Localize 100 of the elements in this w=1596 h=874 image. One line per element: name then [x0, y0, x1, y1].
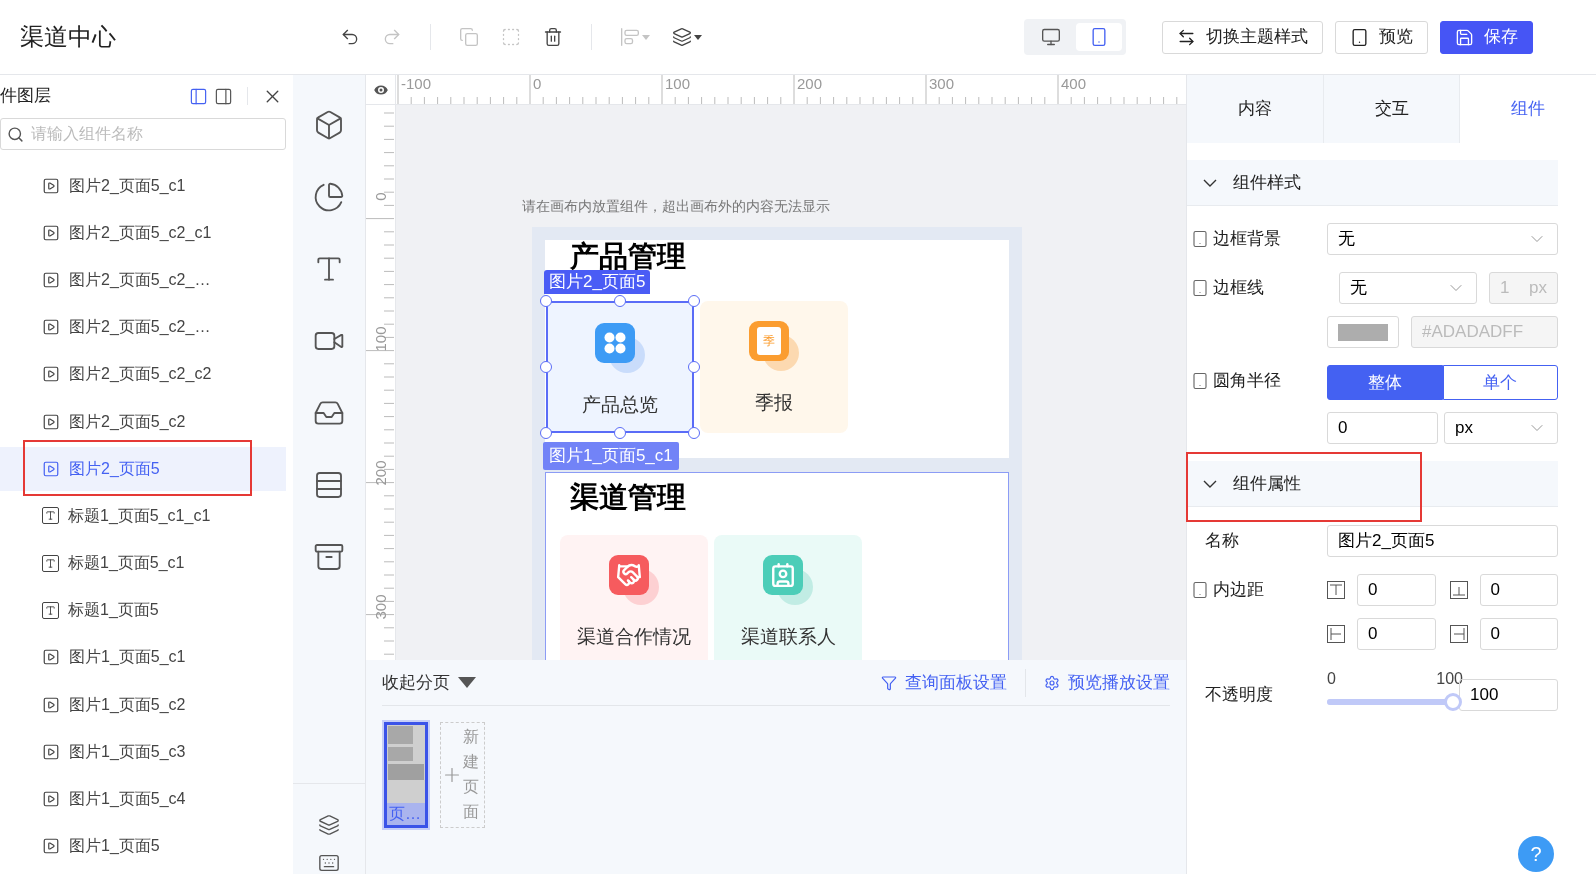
layer-item[interactable]: 图片2_页面5_c2_… [0, 257, 286, 302]
field-label: 内边距 [1213, 579, 1264, 602]
query-panel-settings-link[interactable]: 查询面板设置 [881, 669, 1007, 696]
ruler-label: -100 [401, 76, 432, 91]
trash-icon[interactable] [543, 27, 563, 47]
layer-item[interactable]: 图片1_页面5_c4 [0, 777, 286, 822]
image-layer-icon [42, 695, 60, 714]
device-icon [1191, 372, 1209, 390]
collapse-pages-button[interactable]: 收起分页 [382, 669, 476, 696]
layer-item[interactable]: 图片1_页面5_c3 [0, 729, 286, 774]
padding-side-icon [1449, 625, 1468, 643]
slider-min: 0 [1327, 669, 1336, 689]
color-swatch[interactable] [1327, 316, 1399, 348]
slider-thumb[interactable] [1444, 693, 1462, 711]
layers-icon[interactable] [318, 814, 340, 836]
radius-mode-tab[interactable]: 单个 [1442, 365, 1558, 400]
panel-layout-icon[interactable] [189, 86, 208, 106]
layer-item[interactable]: 图片2_页面5_c2_… [0, 305, 286, 350]
device-icon [1191, 230, 1209, 248]
name-field[interactable]: 图片2_页面5 [1327, 525, 1558, 557]
nav-tile[interactable]: 季 季报 [700, 301, 848, 433]
layer-item[interactable]: 标题1_页面5_c1 [0, 541, 286, 586]
ruler-label: 0 [372, 192, 388, 203]
undo-icon[interactable] [340, 27, 360, 47]
section-header[interactable]: 组件样式 [1187, 160, 1558, 206]
save-button[interactable]: 保存 [1440, 20, 1533, 54]
layer-item[interactable]: 标题1_页面5_c1_c1 [0, 493, 286, 538]
preview-button[interactable]: 预览 [1335, 20, 1428, 54]
text-layer-icon [42, 554, 59, 572]
ruler-label: 200 [797, 76, 823, 91]
app-title: 渠道中心 [20, 22, 117, 52]
padding-side-icon [1449, 581, 1468, 599]
theme-button[interactable]: 切换主题样式 [1162, 20, 1323, 54]
tile-label: 季报 [755, 391, 793, 415]
ruler-label: 300 [372, 594, 388, 622]
layer-item[interactable]: 图片1_页面5_c1 [0, 635, 286, 680]
gear-icon [1044, 674, 1060, 691]
panel-layout-icon[interactable] [214, 86, 233, 106]
field-label: 不透明度 [1205, 684, 1273, 707]
resize-handle[interactable] [540, 295, 552, 307]
section-header[interactable]: 组件属性 [1187, 461, 1558, 507]
radius-field[interactable]: 0 [1327, 412, 1438, 444]
search-field[interactable]: 请输入组件名称 [0, 118, 286, 150]
image-layer-icon [42, 412, 60, 431]
phone-icon[interactable] [1076, 23, 1122, 51]
padding-field[interactable]: 0 [1479, 574, 1558, 606]
grid-app-icon [595, 323, 645, 373]
keyboard-icon[interactable] [318, 852, 340, 874]
select-field[interactable]: 无 [1339, 272, 1477, 304]
layers-icon[interactable] [672, 27, 702, 47]
nav-tile[interactable]: 渠道联系人 [714, 535, 862, 660]
filter-icon [881, 674, 897, 691]
device-icon [1191, 581, 1209, 599]
ruler-label: 300 [929, 76, 955, 91]
chevron-down-icon [1203, 479, 1217, 488]
image-layer-icon [42, 365, 60, 384]
padding-side-icon [1327, 581, 1345, 599]
resize-handle[interactable] [614, 295, 626, 307]
resize-handle[interactable] [688, 427, 700, 439]
preview-play-settings-link[interactable]: 预览播放设置 [1044, 669, 1170, 696]
properties-tab[interactable]: 交互 [1323, 75, 1461, 143]
layer-item[interactable]: 图片1_页面5_c2 [0, 682, 286, 727]
chevron-down-icon [1203, 178, 1217, 187]
layer-item[interactable]: 图片2_页面5_c2 [0, 399, 286, 444]
ruler-label: 100 [372, 326, 388, 354]
layer-item[interactable]: 图片2_页面5 [0, 446, 286, 491]
swap-arrows-icon [1177, 27, 1196, 47]
text-layer-icon [42, 601, 59, 619]
image-layer-icon [42, 270, 60, 289]
resize-handle[interactable] [540, 361, 552, 373]
padding-field[interactable]: 0 [1479, 618, 1558, 650]
tablet-icon [1350, 27, 1369, 47]
padding-field[interactable]: 0 [1357, 574, 1436, 606]
padding-field[interactable]: 0 [1357, 618, 1436, 650]
unit-select[interactable]: px [1444, 412, 1558, 444]
nav-tile[interactable]: 渠道合作情况 [560, 535, 708, 660]
search-icon [7, 126, 24, 143]
canvas-hint: 请在画布内放置组件，超出画布外的内容无法显示 [522, 197, 831, 216]
layer-item[interactable]: 图片2_页面5_c2_c2 [0, 352, 286, 397]
heart-app-icon [609, 555, 659, 605]
layer-item[interactable]: 图片2_页面5_c2_c1 [0, 210, 286, 255]
radius-mode-tab[interactable]: 整体 [1327, 365, 1443, 400]
properties-tab[interactable]: 内容 [1187, 75, 1324, 143]
field-label: 名称 [1205, 530, 1239, 553]
nav-tile[interactable]: 产品总览 [546, 301, 694, 433]
layer-item[interactable]: 标题1_页面5 [0, 588, 286, 633]
ruler-label: 200 [372, 460, 388, 488]
image-layer-icon [42, 837, 60, 856]
image-layer-icon [42, 648, 60, 667]
layer-item[interactable]: 图片1_页面5 [0, 824, 286, 869]
select-field[interactable]: 无 [1327, 223, 1558, 255]
save-icon [1455, 27, 1474, 47]
resize-handle[interactable] [540, 427, 552, 439]
layer-item[interactable]: 图片2_页面5_c1 [0, 163, 286, 208]
tile-label: 渠道合作情况 [577, 625, 691, 649]
image-layer-icon [42, 742, 60, 761]
caret-icon [458, 677, 476, 688]
resize-handle[interactable] [688, 295, 700, 307]
field-label: 边框背景 [1213, 228, 1281, 251]
padding-side-icon [1327, 625, 1345, 643]
